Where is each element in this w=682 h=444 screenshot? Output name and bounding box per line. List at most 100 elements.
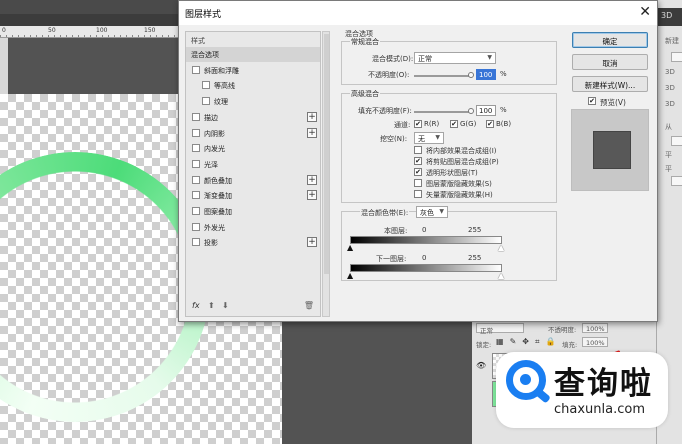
cancel-button[interactable]: 取消	[572, 54, 648, 70]
style-item[interactable]: 斜面和浮雕	[186, 63, 320, 78]
layer-opacity-input[interactable]: 100%	[582, 323, 608, 333]
watermark-en-text: chaxunla.com	[554, 402, 645, 417]
new-style-button[interactable]: 新建样式(W)...	[572, 76, 648, 92]
advanced-option-checkbox[interactable]: ✔	[414, 157, 422, 165]
style-checkbox[interactable]	[192, 65, 200, 74]
style-checkbox[interactable]	[202, 81, 210, 90]
channel-b-label: B(B)	[496, 120, 512, 128]
lock-pixels-icon[interactable]: ▦	[496, 337, 504, 347]
style-item[interactable]: 等高线	[186, 78, 320, 93]
advanced-option-checkbox[interactable]	[414, 146, 422, 154]
fill-opacity-slider[interactable]	[414, 111, 472, 113]
advanced-option-checkbox[interactable]	[414, 179, 422, 187]
style-item[interactable]: 描边 +	[186, 110, 320, 125]
add-style-icon[interactable]: +	[307, 190, 317, 201]
close-icon[interactable]: ✕	[639, 4, 651, 20]
dialog-titlebar[interactable]: 图层样式 ✕	[179, 1, 657, 25]
style-item[interactable]: 图案叠加	[186, 204, 320, 219]
chevron-down-icon: ▼	[435, 134, 440, 141]
panel-control[interactable]	[671, 176, 682, 186]
style-item[interactable]: 光泽	[186, 157, 320, 172]
add-style-icon[interactable]: +	[307, 111, 317, 122]
style-item[interactable]: 混合选项	[186, 47, 320, 62]
style-checkbox[interactable]	[192, 144, 200, 153]
style-checkbox[interactable]	[192, 222, 200, 231]
blend-mode-select[interactable]: 正常 ▼	[414, 52, 496, 64]
knockout-label: 挖空(N):	[380, 135, 408, 143]
ok-button[interactable]: 确定	[572, 32, 648, 48]
horizontal-ruler: 0 50 100 150	[0, 26, 180, 38]
fill-opacity-input[interactable]: 100	[476, 105, 496, 116]
channel-g-checkbox[interactable]: ✔	[450, 120, 458, 128]
knockout-select[interactable]: 无 ▼	[414, 132, 444, 144]
lock-icons: ▦ ✎ ✥ ⌗ 🔒	[496, 337, 555, 347]
preview-checkbox[interactable]: ✔	[588, 97, 596, 105]
style-checkbox[interactable]	[192, 191, 200, 200]
lock-brush-icon[interactable]: ✎	[510, 337, 517, 347]
underlying-white-slider[interactable]: ▲	[498, 272, 504, 280]
style-checkbox[interactable]	[192, 159, 200, 168]
style-item-label: 纹理	[214, 98, 228, 107]
styles-header: 样式	[191, 37, 205, 45]
style-checkbox[interactable]	[202, 97, 210, 106]
trash-icon[interactable]: 🗑	[304, 301, 314, 310]
move-down-icon[interactable]: ⬇	[222, 301, 229, 310]
advanced-option-label: 矢量蒙版隐藏效果(H)	[426, 191, 493, 199]
style-item[interactable]: 投影 +	[186, 235, 320, 250]
styles-scrollbar[interactable]	[322, 31, 330, 317]
fx-icon[interactable]: fx	[192, 301, 200, 310]
style-item[interactable]: 颜色叠加 +	[186, 173, 320, 188]
fill-opacity-slider-knob[interactable]	[468, 108, 474, 114]
panel-control[interactable]	[671, 136, 682, 146]
layer-blend-mode-select[interactable]: 正常	[476, 323, 524, 335]
panel-label: 新建	[665, 37, 679, 45]
blend-if-label: 混合颜色带(E):	[360, 208, 410, 218]
ruler-tick: 100	[96, 27, 108, 34]
style-checkbox[interactable]	[192, 238, 200, 247]
chevron-down-icon: ▼	[487, 54, 492, 61]
style-item[interactable]: 内发光	[186, 141, 320, 156]
style-item[interactable]: 渐变叠加 +	[186, 188, 320, 203]
panel-label: 平	[665, 151, 672, 159]
this-layer-black-slider[interactable]: ▲	[347, 244, 353, 252]
add-style-icon[interactable]: +	[307, 237, 317, 248]
lock-artboard-icon[interactable]: ⌗	[535, 337, 540, 347]
style-preview	[571, 109, 649, 191]
style-checkbox[interactable]	[192, 175, 200, 184]
eye-icon[interactable]: 👁	[476, 361, 486, 370]
layer-fill-input[interactable]: 100%	[582, 337, 608, 347]
channel-b-checkbox[interactable]: ✔	[486, 120, 494, 128]
tab-3d[interactable]: 3D	[657, 8, 682, 26]
lock-move-icon[interactable]: ✥	[522, 337, 529, 347]
add-style-icon[interactable]: +	[307, 174, 317, 185]
vertical-ruler	[0, 38, 8, 94]
style-checkbox[interactable]	[192, 207, 200, 215]
style-checkbox[interactable]	[192, 128, 200, 137]
style-item[interactable]: 内阴影 +	[186, 126, 320, 141]
preview-swatch	[593, 131, 631, 169]
advanced-option-checkbox[interactable]: ✔	[414, 168, 422, 176]
style-item[interactable]: 纹理	[186, 94, 320, 109]
add-style-icon[interactable]: +	[307, 127, 317, 138]
blend-mode-label: 混合模式(D):	[372, 55, 414, 63]
panel-control[interactable]	[671, 52, 682, 62]
underlying-black-slider[interactable]: ▲	[347, 272, 353, 280]
this-layer-white-slider[interactable]: ▲	[498, 244, 504, 252]
general-blending-legend: 常规混合	[350, 37, 380, 47]
lock-all-icon[interactable]: 🔒	[545, 337, 555, 347]
channel-r-checkbox[interactable]: ✔	[414, 120, 422, 128]
styles-footer: fx ⬆ ⬇ 🗑	[190, 301, 316, 313]
opacity-input[interactable]: 100	[476, 69, 496, 80]
move-up-icon[interactable]: ⬆	[208, 301, 215, 310]
style-item[interactable]: 外发光	[186, 220, 320, 235]
advanced-option-label: 将剪贴图层混合成组(P)	[426, 158, 499, 166]
scroll-thumb[interactable]	[324, 34, 329, 274]
document-tab[interactable]	[0, 0, 180, 14]
advanced-option-checkbox[interactable]	[414, 190, 422, 198]
style-checkbox[interactable]	[192, 112, 200, 121]
opacity-slider[interactable]	[414, 75, 472, 77]
style-item-label: 斜面和浮雕	[204, 66, 239, 75]
opacity-slider-knob[interactable]	[468, 72, 474, 78]
blend-if-select[interactable]: 灰色 ▼	[416, 206, 448, 218]
watermark-logo: 查询啦 chaxunla.com	[496, 352, 668, 428]
